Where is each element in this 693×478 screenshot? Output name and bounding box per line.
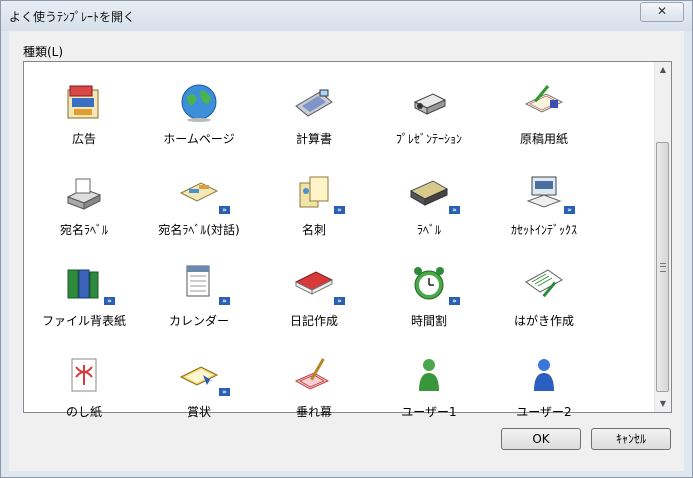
template-item-statement[interactable]: 計算書	[254, 70, 374, 158]
interactive-label-icon	[179, 182, 219, 202]
cancel-button[interactable]: ｷｬﾝｾﾙ	[591, 428, 671, 450]
title-bar[interactable]: よく使うﾃﾝﾌﾟﾚｰﾄを開く ✕	[1, 1, 692, 31]
wizard-badge-icon: »	[334, 297, 345, 305]
template-item-homepage[interactable]: ホームページ	[139, 70, 259, 158]
template-label: 時間割	[410, 314, 447, 328]
wizard-badge-icon: »	[219, 206, 230, 214]
template-label: ユーザー1	[401, 405, 457, 419]
template-label: のし紙	[65, 405, 102, 419]
template-dialog: よく使うﾃﾝﾌﾟﾚｰﾄを開く ✕ 種類(L) 広告 ホームページ 計算書 ﾌﾟﾚ…	[0, 0, 693, 478]
alarm-clock-icon	[414, 267, 444, 300]
template-item-noshi[interactable]: のし紙	[24, 343, 144, 431]
template-item-address-label[interactable]: 宛名ﾗﾍﾞﾙ	[24, 161, 144, 249]
template-item-calendar[interactable]: » カレンダー	[139, 252, 259, 340]
globe-icon	[181, 84, 217, 122]
calendar-icon	[186, 265, 210, 297]
template-label: ﾌﾟﾚｾﾞﾝﾃｰｼｮﾝ	[395, 132, 462, 146]
template-label: 広告	[71, 132, 96, 146]
wizard-badge-icon: »	[219, 297, 230, 305]
scroll-up-button[interactable]: ▲	[655, 62, 671, 78]
user-green-icon	[419, 359, 439, 391]
template-item-certificate[interactable]: » 賞状	[139, 343, 259, 431]
template-label: 計算書	[295, 132, 332, 146]
window-title: よく使うﾃﾝﾌﾟﾚｰﾄを開く	[9, 10, 136, 24]
calculator-icon	[295, 89, 333, 117]
postcard-icon	[525, 269, 563, 298]
template-label: はがき作成	[513, 314, 574, 328]
template-item-label[interactable]: » ﾗﾍﾞﾙ	[369, 161, 489, 249]
cassette-index-icon	[526, 176, 562, 208]
template-label: 名刺	[301, 223, 326, 237]
scroll-thumb[interactable]	[656, 142, 669, 392]
banner-icon	[294, 358, 330, 390]
template-label: ｶｾｯﾄｲﾝﾃﾞｯｸｽ	[510, 223, 577, 237]
template-item-manuscript[interactable]: 原稿用紙	[484, 70, 604, 158]
template-item-advertisement[interactable]: 広告	[24, 70, 144, 158]
template-label: ホームページ	[163, 132, 235, 146]
business-card-icon	[299, 176, 329, 208]
template-item-timetable[interactable]: » 時間割	[369, 252, 489, 340]
arrow-down-icon: ▼	[659, 399, 667, 408]
template-item-user2[interactable]: ユーザー2	[484, 343, 604, 431]
vertical-scrollbar[interactable]: ▲ ▼	[654, 62, 671, 412]
template-item-user1[interactable]: ユーザー1	[369, 343, 489, 431]
template-item-banner[interactable]: 垂れ幕	[254, 343, 374, 431]
template-item-cassette-index[interactable]: » ｶｾｯﾄｲﾝﾃﾞｯｸｽ	[484, 161, 604, 249]
wizard-badge-icon: »	[104, 297, 115, 305]
grip-icon	[660, 263, 666, 272]
template-item-file-spine[interactable]: » ファイル背表紙	[24, 252, 144, 340]
file-binder-icon	[67, 269, 99, 299]
diary-icon	[294, 271, 334, 295]
template-label: 宛名ﾗﾍﾞﾙ(対話)	[158, 223, 240, 237]
template-grid: 広告 ホームページ 計算書 ﾌﾟﾚｾﾞﾝﾃｰｼｮﾝ 原稿用紙 宛名ﾗﾍﾞﾙ » …	[24, 62, 656, 419]
label-sheet-icon	[409, 180, 449, 206]
close-button[interactable]: ✕	[640, 2, 684, 22]
wizard-badge-icon: »	[564, 206, 575, 214]
template-label: 原稿用紙	[519, 132, 568, 146]
template-item-postcard[interactable]: はがき作成	[484, 252, 604, 340]
wizard-badge-icon: »	[449, 206, 460, 214]
template-label: 日記作成	[289, 314, 338, 328]
arrow-up-icon: ▲	[659, 65, 667, 74]
template-label: ファイル背表紙	[41, 314, 126, 328]
printer-label-icon	[66, 178, 102, 210]
template-label: 宛名ﾗﾍﾞﾙ	[59, 223, 108, 237]
noshi-paper-icon	[71, 358, 97, 392]
scroll-down-button[interactable]: ▼	[655, 396, 671, 412]
template-item-presentation[interactable]: ﾌﾟﾚｾﾞﾝﾃｰｼｮﾝ	[369, 70, 489, 158]
template-item-address-label-interactive[interactable]: » 宛名ﾗﾍﾞﾙ(対話)	[139, 161, 259, 249]
wizard-badge-icon: »	[219, 388, 230, 396]
projector-icon	[413, 93, 447, 115]
template-label: カレンダー	[168, 314, 229, 328]
template-label: ユーザー2	[516, 405, 572, 419]
template-list[interactable]: 広告 ホームページ 計算書 ﾌﾟﾚｾﾞﾝﾃｰｼｮﾝ 原稿用紙 宛名ﾗﾍﾞﾙ » …	[23, 61, 672, 419]
template-label: 賞状	[186, 405, 211, 419]
wizard-badge-icon: »	[449, 297, 460, 305]
dialog-body: 種類(L) 広告 ホームページ 計算書 ﾌﾟﾚｾﾞﾝﾃｰｼｮﾝ 原稿用紙 宛名ﾗ…	[9, 31, 684, 471]
close-icon: ✕	[656, 4, 668, 18]
sale-sign-icon	[67, 85, 99, 119]
wizard-badge-icon: »	[334, 206, 345, 214]
template-label: 垂れ幕	[295, 405, 332, 419]
manuscript-paper-icon	[524, 85, 564, 113]
user-blue-icon	[534, 359, 554, 391]
certificate-icon	[179, 366, 219, 386]
category-label: 種類(L)	[23, 45, 64, 59]
template-item-business-card[interactable]: » 名刺	[254, 161, 374, 249]
ok-button[interactable]: OK	[501, 428, 581, 450]
template-item-diary[interactable]: » 日記作成	[254, 252, 374, 340]
template-label: ﾗﾍﾞﾙ	[416, 223, 441, 237]
